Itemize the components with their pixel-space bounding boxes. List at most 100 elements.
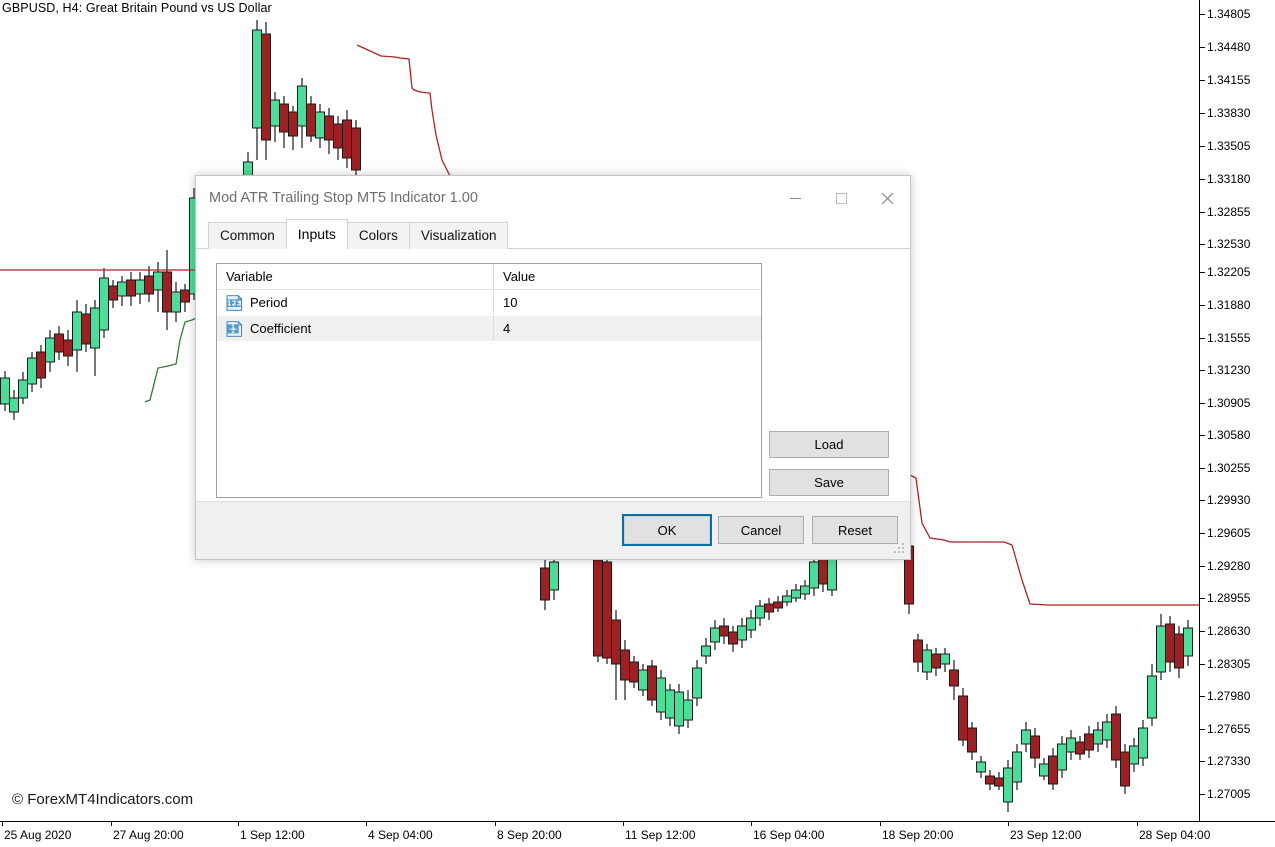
- time-label: 28 Sep 04:00: [1139, 828, 1210, 842]
- candle: [932, 648, 941, 676]
- save-button[interactable]: Save: [769, 469, 889, 496]
- candle: [810, 554, 819, 596]
- candle: [37, 345, 46, 388]
- price-tick: [1200, 14, 1205, 15]
- time-scale[interactable]: 25 Aug 202027 Aug 20:001 Sep 12:004 Sep …: [0, 821, 1275, 847]
- price-tick: [1200, 566, 1205, 567]
- candle: [1112, 706, 1121, 768]
- load-button[interactable]: Load: [769, 431, 889, 458]
- time-label: 1 Sep 12:00: [240, 828, 305, 842]
- price-tick: [1200, 370, 1205, 371]
- price-tick: [1200, 179, 1205, 180]
- chart-watermark: © ForexMT4Indicators.com: [12, 791, 193, 808]
- price-scale[interactable]: 1.348051.344801.341551.338301.335051.331…: [1199, 0, 1275, 822]
- time-tick: [366, 822, 367, 826]
- minimize-button[interactable]: [772, 176, 818, 220]
- inputs-parameter-grid[interactable]: Variable Value 123 Period 10: [216, 263, 762, 498]
- candle: [343, 110, 352, 168]
- candle: [280, 96, 289, 148]
- maximize-button[interactable]: [818, 176, 864, 220]
- time-label: 8 Sep 20:00: [497, 828, 562, 842]
- grid-cell-value[interactable]: 10: [494, 290, 761, 315]
- time-tick: [1008, 822, 1009, 826]
- price-label: 1.28955: [1207, 591, 1250, 605]
- tab-inputs[interactable]: Inputs: [286, 219, 348, 249]
- time-label: 4 Sep 04:00: [368, 828, 433, 842]
- price-label: 1.32530: [1207, 237, 1250, 251]
- time-tick: [2, 822, 3, 826]
- candle: [1013, 744, 1022, 790]
- price-label: 1.27655: [1207, 722, 1250, 736]
- time-tick: [1137, 822, 1138, 826]
- int-type-icon: 123: [226, 295, 243, 311]
- grip-dot: [902, 547, 904, 549]
- close-icon: [880, 191, 895, 206]
- candle: [541, 560, 550, 610]
- candle: [1004, 760, 1013, 812]
- side-buttons: Load Save: [769, 431, 889, 496]
- candle: [64, 330, 73, 366]
- tab-visualization[interactable]: Visualization: [409, 222, 509, 249]
- candle: [28, 352, 37, 392]
- price-label: 1.31555: [1207, 331, 1250, 345]
- maximize-icon: [835, 192, 848, 205]
- column-header-value: Value: [494, 264, 761, 289]
- price-label: 1.33830: [1207, 106, 1250, 120]
- candle: [657, 670, 666, 720]
- dialog-titlebar[interactable]: Mod ATR Trailing Stop MT5 Indicator 1.00: [196, 176, 910, 220]
- resize-grip-icon[interactable]: [894, 543, 907, 556]
- price-tick: [1200, 468, 1205, 469]
- candle: [316, 104, 325, 148]
- candle: [109, 280, 118, 308]
- price-tick: [1200, 533, 1205, 534]
- grip-dot: [902, 543, 904, 545]
- reset-button[interactable]: Reset: [812, 516, 898, 544]
- candle: [666, 684, 675, 726]
- grip-dot: [898, 547, 900, 549]
- grid-row-period[interactable]: 123 Period 10: [217, 290, 761, 316]
- price-tick: [1200, 272, 1205, 273]
- time-label: 27 Aug 20:00: [113, 828, 184, 842]
- price-tick: [1200, 598, 1205, 599]
- candle: [986, 770, 995, 790]
- tab-common[interactable]: Common: [208, 222, 287, 249]
- candle: [145, 266, 154, 302]
- double-type-icon: 1 2: [226, 321, 243, 337]
- candle: [55, 326, 64, 360]
- candle: [100, 268, 109, 338]
- candle: [1103, 714, 1112, 748]
- candle: [1130, 738, 1139, 772]
- price-label: 1.30580: [1207, 428, 1250, 442]
- candle: [1175, 626, 1184, 678]
- candle: [1049, 748, 1058, 790]
- candle: [1085, 726, 1094, 758]
- candle: [968, 722, 977, 760]
- close-button[interactable]: [864, 176, 910, 220]
- price-tick: [1200, 305, 1205, 306]
- price-tick: [1200, 664, 1205, 665]
- indicator-properties-dialog[interactable]: Mod ATR Trailing Stop MT5 Indicator 1.00: [195, 175, 911, 560]
- candle: [352, 120, 361, 180]
- candle: [1157, 614, 1166, 680]
- candle: [271, 92, 280, 142]
- candle: [298, 78, 307, 148]
- cancel-button[interactable]: Cancel: [718, 516, 804, 544]
- candle: [10, 390, 19, 420]
- candle: [729, 626, 738, 652]
- candle: [941, 648, 950, 672]
- candle: [747, 610, 756, 638]
- price-label: 1.34805: [1207, 7, 1250, 21]
- ok-button[interactable]: OK: [624, 516, 710, 544]
- candle: [630, 656, 639, 688]
- candle: [801, 580, 810, 600]
- tab-colors[interactable]: Colors: [347, 222, 410, 249]
- candle: [720, 618, 729, 644]
- candle: [648, 660, 657, 706]
- candle: [334, 116, 343, 160]
- grid-cell-value[interactable]: 4: [494, 316, 761, 341]
- grid-row-coefficient[interactable]: 1 2 Coefficient 4: [217, 316, 761, 342]
- candle: [253, 20, 262, 160]
- candle: [1166, 616, 1175, 672]
- price-tick: [1200, 729, 1205, 730]
- dialog-tabstrip[interactable]: Common Inputs Colors Visualization: [196, 220, 910, 249]
